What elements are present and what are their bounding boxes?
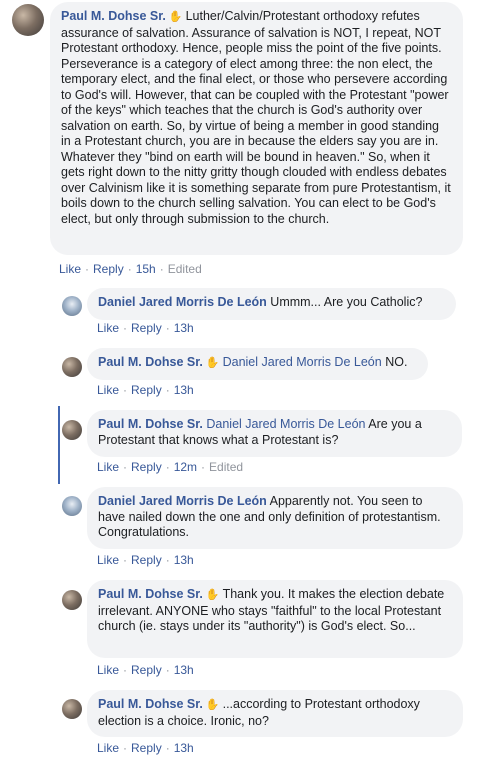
comment-actions: Like · Reply · 13h	[97, 321, 194, 335]
reply-link[interactable]: Reply	[131, 553, 162, 567]
comment-bubble: Paul M. Dohse Sr. ✋ Daniel Jared Morris De…	[87, 348, 428, 380]
edited-label[interactable]: Edited	[209, 460, 243, 474]
comment-author[interactable]: Paul M. Dohse Sr.	[61, 9, 166, 23]
edited-label[interactable]: Edited	[168, 262, 202, 276]
avatar[interactable]	[62, 496, 82, 516]
timestamp[interactable]: 13h	[174, 321, 194, 335]
timestamp[interactable]: 13h	[174, 663, 194, 677]
like-link[interactable]: Like	[97, 383, 119, 397]
comment-author[interactable]: Daniel Jared Morris De León	[98, 494, 267, 508]
comment-bubble: Daniel Jared Morris De León Ummm... Are …	[87, 288, 456, 320]
comment-author[interactable]: Paul M. Dohse Sr.	[98, 355, 203, 369]
comment-text: Luther/Calvin/Protestant orthodoxy refut…	[61, 9, 451, 226]
comment-actions: Like · Reply · 13h	[97, 663, 194, 677]
comment-bubble: Paul M. Dohse Sr. ✋ ...according to Protes…	[87, 690, 463, 737]
avatar[interactable]	[62, 420, 82, 440]
avatar[interactable]	[62, 590, 82, 610]
like-link[interactable]: Like	[59, 262, 81, 276]
raised-hand-icon: ✋	[205, 589, 220, 601]
reply-link[interactable]: Reply	[93, 262, 124, 276]
mention-tag[interactable]: Daniel Jared Morris De León	[206, 417, 365, 431]
comment-author[interactable]: Paul M. Dohse Sr.	[98, 417, 203, 431]
raised-hand-icon: ✋	[205, 357, 220, 369]
comment-text: Ummm... Are you Catholic?	[270, 295, 423, 309]
timestamp[interactable]: 13h	[174, 553, 194, 567]
avatar[interactable]	[12, 4, 44, 36]
comment-actions: Like · Reply · 13h	[97, 741, 194, 755]
comment-author[interactable]: Paul M. Dohse Sr.	[98, 587, 203, 601]
reply-link[interactable]: Reply	[131, 663, 162, 677]
like-link[interactable]: Like	[97, 321, 119, 335]
comment-bubble: Paul M. Dohse Sr. ✋ Thank you. It makes th…	[87, 580, 463, 658]
comment-actions: Like · Reply · 13h	[97, 553, 194, 567]
avatar[interactable]	[62, 296, 82, 316]
comment-actions: Like · Reply · 12m · Edited	[97, 460, 244, 474]
mention-tag[interactable]: Daniel Jared Morris De León	[223, 355, 382, 369]
raised-hand-icon: ✋	[168, 11, 183, 23]
avatar[interactable]	[62, 357, 82, 377]
reply-link[interactable]: Reply	[131, 460, 162, 474]
highlight-bar	[58, 406, 60, 484]
comment-actions: Like · Reply · 13h	[97, 383, 194, 397]
comment-bubble: Paul M. Dohse Sr. Daniel Jared Morris De…	[87, 410, 462, 457]
reply-link[interactable]: Reply	[131, 321, 162, 335]
like-link[interactable]: Like	[97, 663, 119, 677]
timestamp[interactable]: 15h	[136, 262, 156, 276]
like-link[interactable]: Like	[97, 460, 119, 474]
comment-bubble: Daniel Jared Morris De León Apparently n…	[87, 487, 463, 549]
reply-link[interactable]: Reply	[131, 383, 162, 397]
reply-link[interactable]: Reply	[131, 741, 162, 755]
timestamp[interactable]: 13h	[174, 741, 194, 755]
raised-hand-icon: ✋	[205, 699, 220, 711]
comment-text: NO.	[385, 355, 408, 369]
comment-actions: Like · Reply · 15h · Edited	[59, 262, 202, 276]
like-link[interactable]: Like	[97, 741, 119, 755]
timestamp[interactable]: 12m	[174, 460, 197, 474]
comment-author[interactable]: Daniel Jared Morris De León	[98, 295, 267, 309]
like-link[interactable]: Like	[97, 553, 119, 567]
comment-author[interactable]: Paul M. Dohse Sr.	[98, 697, 203, 711]
comment-bubble: Paul M. Dohse Sr. ✋ Luther/Calvin/Protesta…	[50, 2, 463, 255]
timestamp[interactable]: 13h	[174, 383, 194, 397]
avatar[interactable]	[62, 699, 82, 719]
